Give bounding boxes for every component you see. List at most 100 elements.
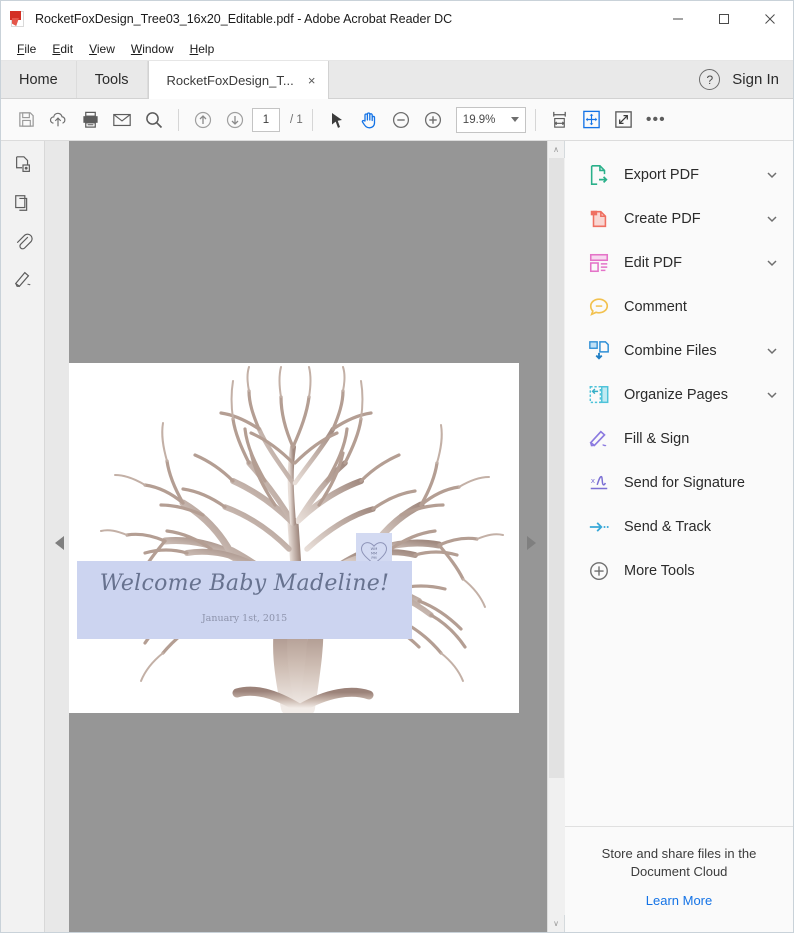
scroll-down-button[interactable]: ∨: [548, 915, 565, 932]
combine-files-icon: [587, 339, 611, 363]
chevron-down-icon[interactable]: [765, 168, 779, 182]
menu-window[interactable]: Window: [123, 40, 182, 58]
previous-page-icon[interactable]: [188, 105, 218, 135]
tab-close-icon[interactable]: ×: [304, 72, 320, 88]
maximize-button[interactable]: [701, 1, 747, 37]
send-and-track-icon: [587, 515, 611, 539]
fit-width-icon[interactable]: [545, 105, 575, 135]
tool-organize-pages[interactable]: Organize Pages: [565, 373, 793, 417]
search-icon[interactable]: [139, 105, 169, 135]
tab-home[interactable]: Home: [1, 61, 77, 98]
svg-text:PM: PM: [371, 556, 376, 560]
tab-bar: Home Tools RocketFoxDesign_T... × ? Sign…: [1, 61, 793, 99]
vertical-scrollbar[interactable]: ∧ ∨: [547, 141, 565, 932]
page-thumbnails-icon[interactable]: [8, 151, 38, 179]
fit-page-icon[interactable]: [577, 105, 607, 135]
chevron-down-icon[interactable]: [765, 344, 779, 358]
chevron-down-icon: [510, 117, 519, 122]
tool-label: Organize Pages: [624, 387, 728, 403]
main-toolbar: 1 / 1 19.9% •••: [1, 99, 793, 141]
upload-to-cloud-icon[interactable]: [43, 105, 73, 135]
sign-in-button[interactable]: Sign In: [732, 71, 779, 88]
banner-date: January 1st, 2015: [201, 613, 288, 624]
next-page-arrow[interactable]: [523, 533, 539, 553]
tab-bar-right: ? Sign In: [699, 61, 793, 98]
tool-label: Send & Track: [624, 519, 712, 535]
tool-send-and-track[interactable]: Send & Track: [565, 505, 793, 549]
tool-combine-files[interactable]: Combine Files: [565, 329, 793, 373]
bookmarks-pages-icon[interactable]: [8, 189, 38, 217]
left-navigation-rail: [1, 141, 45, 932]
pdf-canvas[interactable]: WM MM PM Welcome Baby Madeline! January …: [45, 141, 547, 932]
scrollbar-track[interactable]: [547, 158, 565, 915]
tool-label: Comment: [624, 299, 687, 315]
previous-page-arrow[interactable]: [51, 533, 67, 553]
tool-label: Edit PDF: [624, 255, 683, 271]
menu-view[interactable]: View: [81, 40, 123, 58]
tool-more-tools[interactable]: More Tools: [565, 549, 793, 593]
tool-label: Fill & Sign: [624, 431, 690, 447]
promo-line-1: Store and share files in the: [601, 846, 757, 861]
title-bar: RocketFoxDesign_Tree03_16x20_Editable.pd…: [1, 1, 793, 37]
tool-create-pdf[interactable]: Create PDF: [565, 197, 793, 241]
next-page-icon[interactable]: [220, 105, 250, 135]
svg-text:x: x: [591, 476, 596, 485]
edit-pdf-icon: [587, 251, 611, 275]
banner-title: Welcome Baby Madeline!: [99, 571, 390, 596]
page-total-label: / 1: [290, 113, 303, 126]
window-controls: [655, 1, 793, 37]
email-icon[interactable]: [107, 105, 137, 135]
chevron-down-icon[interactable]: [765, 256, 779, 270]
tool-label: Send for Signature: [624, 475, 745, 491]
scrollbar-thumb[interactable]: [548, 158, 564, 778]
zoom-level-value: 19.9%: [462, 113, 496, 126]
tool-label: Create PDF: [624, 211, 701, 227]
menu-edit[interactable]: Edit: [44, 40, 81, 58]
tool-label: Combine Files: [624, 343, 717, 359]
zoom-in-icon[interactable]: [418, 105, 448, 135]
chevron-down-icon[interactable]: [765, 388, 779, 402]
tree-artwork: [69, 363, 519, 713]
tool-label: Export PDF: [624, 167, 699, 183]
select-cursor-icon[interactable]: [322, 105, 352, 135]
full-screen-icon[interactable]: [609, 105, 639, 135]
tool-fill-and-sign[interactable]: Fill & Sign: [565, 417, 793, 461]
tab-tools[interactable]: Tools: [76, 61, 148, 98]
menu-bar: File Edit View Window Help: [1, 37, 793, 61]
tools-panel: Export PDF Create PDF Edit PDF Comment C…: [564, 141, 793, 932]
tool-send-for-signature[interactable]: x Send for Signature: [565, 461, 793, 505]
fill-and-sign-icon: [587, 427, 611, 451]
signatures-pen-icon[interactable]: [8, 265, 38, 293]
page-number-input[interactable]: 1: [252, 107, 280, 132]
tool-comment[interactable]: Comment: [565, 285, 793, 329]
zoom-out-icon[interactable]: [386, 105, 416, 135]
adobe-acrobat-icon: [9, 10, 27, 28]
svg-text:MM: MM: [371, 552, 377, 556]
learn-more-link[interactable]: Learn More: [646, 893, 712, 908]
panel-spacer: [565, 593, 793, 826]
tab-document[interactable]: RocketFoxDesign_T... ×: [147, 61, 329, 99]
menu-help[interactable]: Help: [182, 40, 223, 58]
print-icon[interactable]: [75, 105, 105, 135]
tool-export-pdf[interactable]: Export PDF: [565, 153, 793, 197]
svg-text:WM: WM: [371, 547, 378, 551]
help-icon[interactable]: ?: [699, 69, 721, 90]
tool-edit-pdf[interactable]: Edit PDF: [565, 241, 793, 285]
tab-document-label: RocketFoxDesign_T...: [166, 72, 294, 88]
close-button[interactable]: [747, 1, 793, 37]
document-cloud-promo: Store and share files in the Document Cl…: [565, 826, 793, 932]
attachments-paperclip-icon[interactable]: [8, 227, 38, 255]
send-for-signature-icon: x: [587, 471, 611, 495]
menu-file[interactable]: File: [9, 40, 44, 58]
acrobat-reader-window: RocketFoxDesign_Tree03_16x20_Editable.pd…: [0, 0, 794, 933]
toolbar-separator: [178, 108, 179, 131]
save-icon[interactable]: [11, 105, 41, 135]
scroll-up-button[interactable]: ∧: [548, 141, 565, 158]
hand-tool-icon[interactable]: [354, 105, 384, 135]
create-pdf-icon: [587, 207, 611, 231]
more-options-icon[interactable]: •••: [641, 105, 671, 135]
chevron-down-icon[interactable]: [765, 212, 779, 226]
minimize-button[interactable]: [655, 1, 701, 37]
zoom-level-select[interactable]: 19.9%: [455, 106, 526, 133]
toolbar-separator-3: [534, 108, 536, 131]
